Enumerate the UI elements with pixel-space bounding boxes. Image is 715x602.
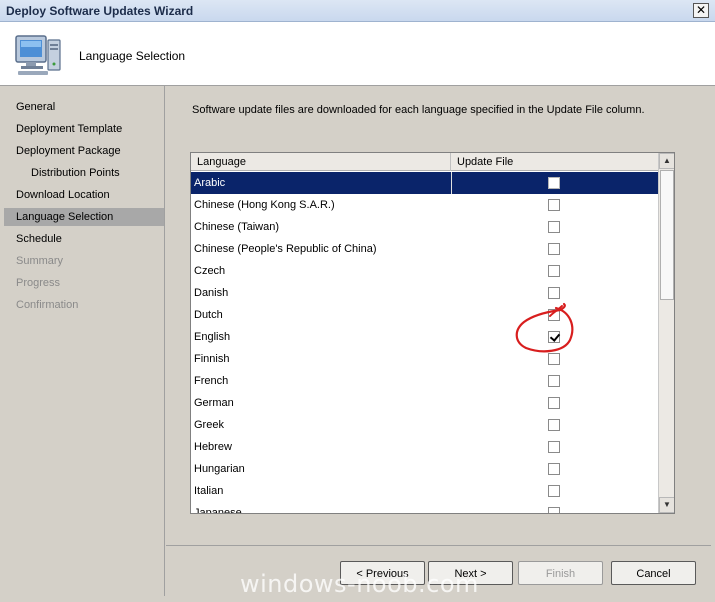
- list-item[interactable]: Chinese (People's Republic of China): [191, 238, 658, 260]
- update-file-checkbox[interactable]: [548, 419, 560, 431]
- sidebar-item-progress: Progress: [4, 274, 164, 292]
- column-header-update-file[interactable]: Update File: [451, 153, 658, 171]
- list-item[interactable]: Chinese (Hong Kong S.A.R.): [191, 194, 658, 216]
- window-title: Deploy Software Updates Wizard: [6, 4, 194, 18]
- list-item[interactable]: Italian: [191, 480, 658, 502]
- sidebar-item-label: Schedule: [16, 233, 62, 245]
- update-file-checkbox[interactable]: [548, 243, 560, 255]
- intro-text: Software update files are downloaded for…: [192, 104, 645, 116]
- sidebar-item-label: Progress: [16, 277, 61, 289]
- language-name: Hungarian: [194, 463, 245, 475]
- language-list[interactable]: Language Update File Arabic Chinese (Hon…: [190, 152, 675, 514]
- sidebar-item-label: Distribution Points: [31, 167, 120, 179]
- vertical-scrollbar[interactable]: ▲ ▼: [658, 153, 674, 513]
- update-file-checkbox[interactable]: [548, 221, 560, 233]
- finish-button: Finish: [518, 561, 603, 585]
- language-name: German: [194, 397, 234, 409]
- sidebar-item-schedule[interactable]: Schedule: [4, 230, 164, 248]
- list-item[interactable]: English: [191, 326, 658, 348]
- triangle-down-icon: ▼: [663, 500, 671, 509]
- sidebar-item-label: Summary: [16, 255, 64, 267]
- list-item[interactable]: Greek: [191, 414, 658, 436]
- sidebar-item-deployment-package[interactable]: Deployment Package: [4, 142, 164, 160]
- scroll-down-button[interactable]: ▼: [659, 497, 674, 513]
- language-name: Arabic: [194, 177, 226, 189]
- update-file-checkbox[interactable]: [548, 265, 560, 277]
- language-name: Czech: [194, 265, 226, 277]
- sidebar-item-label: Confirmation: [16, 299, 79, 311]
- language-name: Danish: [194, 287, 229, 299]
- footer-divider: [166, 545, 711, 546]
- sidebar-item-confirmation: Confirmation: [4, 296, 164, 314]
- update-file-checkbox[interactable]: [548, 397, 560, 409]
- list-item[interactable]: Danish: [191, 282, 658, 304]
- list-item[interactable]: Chinese (Taiwan): [191, 216, 658, 238]
- list-item[interactable]: Czech: [191, 260, 658, 282]
- update-file-checkbox[interactable]: [548, 375, 560, 387]
- close-button[interactable]: ✕: [693, 3, 709, 18]
- list-item[interactable]: Japanese: [191, 502, 658, 514]
- cancel-button[interactable]: Cancel: [611, 561, 696, 585]
- language-name: Dutch: [194, 309, 223, 321]
- close-icon: ✕: [695, 3, 707, 17]
- language-name: Japanese: [194, 507, 242, 514]
- language-name: Finnish: [194, 353, 230, 365]
- watermark-text: windows-noob.com: [240, 570, 479, 598]
- list-item[interactable]: Arabic: [191, 172, 658, 194]
- update-file-checkbox[interactable]: [548, 507, 560, 513]
- list-item[interactable]: Dutch: [191, 304, 658, 326]
- column-header-language[interactable]: Language: [191, 153, 451, 171]
- computer-icon: [15, 35, 61, 75]
- update-file-checkbox[interactable]: [548, 287, 560, 299]
- page-title: Language Selection: [79, 49, 186, 63]
- list-item[interactable]: Hebrew: [191, 436, 658, 458]
- wizard-header: Language Selection: [0, 22, 715, 86]
- column-divider: [451, 172, 452, 194]
- list-item[interactable]: Hungarian: [191, 458, 658, 480]
- update-file-checkbox[interactable]: [548, 199, 560, 211]
- list-item[interactable]: Finnish: [191, 348, 658, 370]
- list-item[interactable]: German: [191, 392, 658, 414]
- sidebar-item-deployment-template[interactable]: Deployment Template: [4, 120, 164, 138]
- list-item[interactable]: French: [191, 370, 658, 392]
- update-file-checkbox[interactable]: [548, 177, 560, 189]
- scroll-up-button[interactable]: ▲: [659, 153, 674, 169]
- language-name: French: [194, 375, 229, 387]
- list-header: Language Update File: [191, 153, 658, 171]
- language-name: Italian: [194, 485, 224, 497]
- language-name: English: [194, 331, 231, 343]
- sidebar-item-label: Deployment Package: [16, 145, 121, 157]
- language-name: Greek: [194, 419, 224, 431]
- update-file-checkbox[interactable]: [548, 463, 560, 475]
- sidebar-item-label: General: [16, 101, 56, 113]
- language-name: Chinese (Taiwan): [194, 221, 279, 233]
- sidebar-item-language-selection[interactable]: Language Selection: [4, 208, 164, 226]
- title-bar[interactable]: Deploy Software Updates Wizard ✕: [0, 0, 715, 22]
- sidebar-item-summary: Summary: [4, 252, 164, 270]
- sidebar-item-general[interactable]: General: [4, 98, 164, 116]
- sidebar-item-label: Deployment Template: [16, 123, 123, 135]
- update-file-checkbox[interactable]: [548, 441, 560, 453]
- update-file-checkbox[interactable]: [548, 485, 560, 497]
- language-name: Chinese (People's Republic of China): [194, 243, 377, 255]
- language-name: Chinese (Hong Kong S.A.R.): [194, 199, 335, 211]
- scrollbar-thumb[interactable]: [660, 170, 674, 300]
- wizard-steps-sidebar: General Deployment Template Deployment P…: [4, 86, 165, 596]
- sidebar-item-label: Download Location: [16, 189, 110, 201]
- wizard-window: Deploy Software Updates Wizard ✕ Languag…: [0, 0, 715, 602]
- sidebar-item-download-location[interactable]: Download Location: [4, 186, 164, 204]
- sidebar-item-distribution-points[interactable]: Distribution Points: [4, 164, 164, 182]
- language-name: Hebrew: [194, 441, 232, 453]
- red-annotation-circle-icon: [515, 302, 574, 353]
- triangle-up-icon: ▲: [663, 156, 671, 165]
- sidebar-item-label: Language Selection: [16, 211, 114, 223]
